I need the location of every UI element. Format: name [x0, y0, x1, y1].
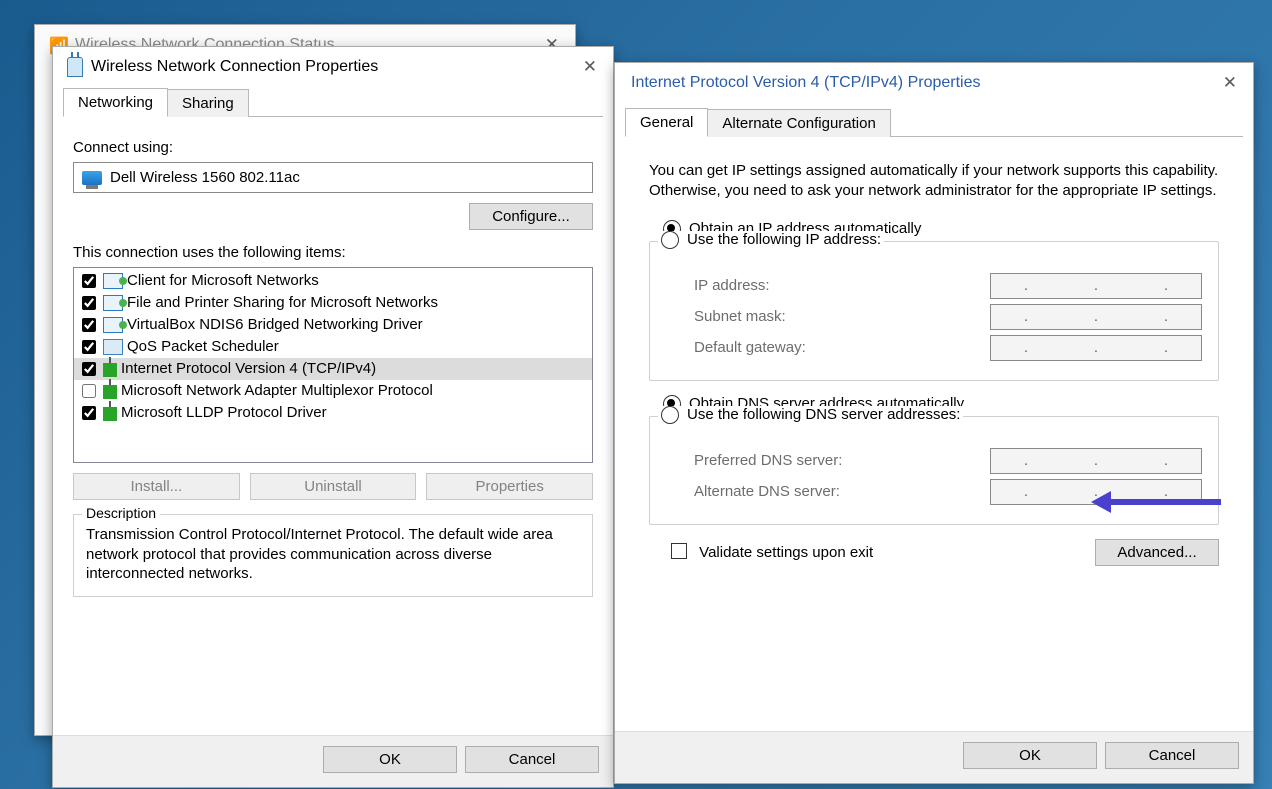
scheduler-icon: [103, 339, 123, 355]
tabs: General Alternate Configuration: [625, 107, 1243, 137]
connection-items-list[interactable]: Client for Microsoft NetworksFile and Pr…: [73, 267, 593, 463]
radio-ip-manual-label[interactable]: Use the following IP address:: [687, 231, 881, 248]
list-item[interactable]: Client for Microsoft Networks: [74, 270, 592, 292]
tab-networking[interactable]: Networking: [63, 88, 168, 117]
network-client-icon: [103, 295, 123, 311]
ip-address-label: IP address:: [694, 277, 770, 294]
item-checkbox[interactable]: [82, 406, 96, 420]
item-label: VirtualBox NDIS6 Bridged Networking Driv…: [127, 314, 423, 336]
description-legend: Description: [82, 505, 160, 521]
tab-alternate-config[interactable]: Alternate Configuration: [707, 109, 890, 137]
list-item[interactable]: Microsoft Network Adapter Multiplexor Pr…: [74, 380, 592, 402]
list-item[interactable]: QoS Packet Scheduler: [74, 336, 592, 358]
tab-general[interactable]: General: [625, 108, 708, 137]
ipv4-properties-window: Internet Protocol Version 4 (TCP/IPv4) P…: [614, 62, 1254, 784]
item-label: Client for Microsoft Networks: [127, 270, 319, 292]
item-label: Microsoft LLDP Protocol Driver: [121, 402, 327, 424]
item-label: File and Printer Sharing for Microsoft N…: [127, 292, 438, 314]
close-icon[interactable]: ✕: [1217, 71, 1243, 95]
network-client-icon: [103, 273, 123, 289]
alternate-dns-label: Alternate DNS server:: [694, 483, 840, 500]
preferred-dns-input: ...: [990, 448, 1202, 474]
validate-label: Validate settings upon exit: [699, 544, 873, 561]
connection-properties-window: Wireless Network Connection Properties ✕…: [52, 46, 614, 788]
item-checkbox[interactable]: [82, 384, 96, 398]
radio-icon: [661, 231, 679, 249]
advanced-button[interactable]: Advanced...: [1095, 539, 1219, 566]
adapter-name: Dell Wireless 1560 802.11ac: [110, 169, 300, 186]
uninstall-button[interactable]: Uninstall: [250, 473, 417, 500]
ok-button[interactable]: OK: [323, 746, 457, 773]
radio-icon: [661, 406, 679, 424]
item-checkbox[interactable]: [82, 296, 96, 310]
item-checkbox[interactable]: [82, 340, 96, 354]
properties-title: Wireless Network Connection Properties: [91, 58, 378, 76]
cancel-button[interactable]: Cancel: [465, 746, 599, 773]
ok-button[interactable]: OK: [963, 742, 1097, 769]
subnet-input: ...: [990, 304, 1202, 330]
item-checkbox[interactable]: [82, 274, 96, 288]
help-text: You can get IP settings assigned automat…: [649, 161, 1219, 202]
annotation-arrow-icon: [1091, 491, 1221, 513]
tabs: Networking Sharing: [63, 87, 603, 117]
checkbox-icon: [671, 543, 687, 559]
list-item[interactable]: File and Printer Sharing for Microsoft N…: [74, 292, 592, 314]
gateway-label: Default gateway:: [694, 339, 806, 356]
tab-sharing[interactable]: Sharing: [167, 89, 249, 117]
preferred-dns-label: Preferred DNS server:: [694, 452, 842, 469]
connect-using-label: Connect using:: [73, 139, 593, 156]
item-label: Internet Protocol Version 4 (TCP/IPv4): [121, 358, 376, 380]
ip-address-row: IP address: ...: [694, 273, 1202, 299]
protocol-icon: [103, 363, 117, 377]
ip-address-input: ...: [990, 273, 1202, 299]
description-text: Transmission Control Protocol/Internet P…: [86, 525, 580, 584]
subnet-label: Subnet mask:: [694, 308, 786, 325]
list-item[interactable]: Internet Protocol Version 4 (TCP/IPv4): [74, 358, 592, 380]
cancel-button[interactable]: Cancel: [1105, 742, 1239, 769]
close-icon[interactable]: ✕: [577, 55, 603, 79]
gateway-row: Default gateway: ...: [694, 335, 1202, 361]
preferred-dns-row: Preferred DNS server: ...: [694, 448, 1202, 474]
list-item[interactable]: Microsoft LLDP Protocol Driver: [74, 402, 592, 424]
validate-checkbox[interactable]: Validate settings upon exit: [671, 543, 873, 561]
item-checkbox[interactable]: [82, 362, 96, 376]
list-item[interactable]: VirtualBox NDIS6 Bridged Networking Driv…: [74, 314, 592, 336]
network-client-icon: [103, 317, 123, 333]
item-checkbox[interactable]: [82, 318, 96, 332]
plug-icon: [67, 57, 83, 77]
adapter-box[interactable]: Dell Wireless 1560 802.11ac: [73, 162, 593, 193]
item-label: QoS Packet Scheduler: [127, 336, 279, 358]
adapter-icon: [82, 171, 102, 185]
protocol-icon: [103, 407, 117, 421]
install-button[interactable]: Install...: [73, 473, 240, 500]
configure-button[interactable]: Configure...: [469, 203, 593, 230]
protocol-icon: [103, 385, 117, 399]
ipv4-title: Internet Protocol Version 4 (TCP/IPv4) P…: [631, 74, 980, 92]
items-label: This connection uses the following items…: [73, 244, 593, 261]
description-group: Description Transmission Control Protoco…: [73, 514, 593, 597]
properties-button[interactable]: Properties: [426, 473, 593, 500]
gateway-input: ...: [990, 335, 1202, 361]
radio-dns-manual-label[interactable]: Use the following DNS server addresses:: [687, 406, 960, 423]
subnet-row: Subnet mask: ...: [694, 304, 1202, 330]
item-label: Microsoft Network Adapter Multiplexor Pr…: [121, 380, 433, 402]
